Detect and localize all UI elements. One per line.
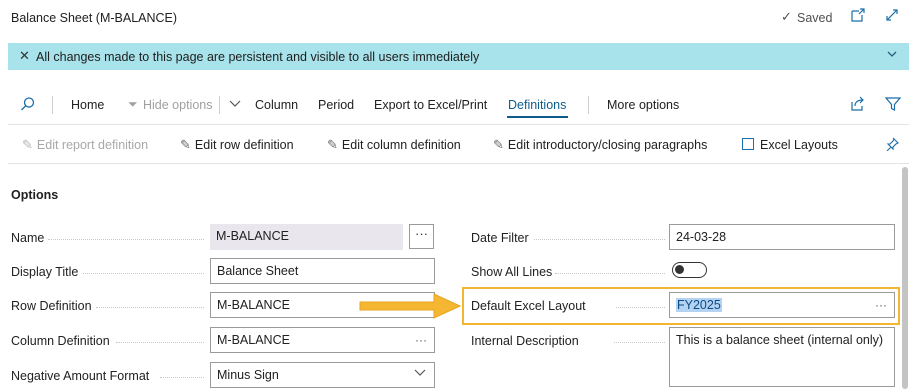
toolbar-divider	[52, 96, 53, 114]
negative-format-label: Negative Amount Format	[11, 369, 150, 383]
search-icon[interactable]	[20, 96, 36, 115]
default-excel-layout-label: Default Excel Layout	[471, 299, 586, 313]
edit-report-definition-label: Edit report definition	[36, 138, 149, 152]
row-definition-label: Row Definition	[11, 299, 92, 313]
options-heading: Options	[11, 188, 59, 202]
label-leader	[83, 273, 204, 274]
edit-report-definition-button: ✎ Edit report definition	[22, 137, 148, 153]
internal-description-label: Internal Description	[471, 334, 579, 348]
checkmark-icon: ✓	[781, 9, 792, 24]
label-leader	[555, 273, 665, 274]
tab-definitions[interactable]: Definitions	[508, 98, 566, 112]
name-label: Name	[11, 231, 45, 245]
saved-status: Saved	[797, 11, 833, 25]
banner-text: All changes made to this page are persis…	[36, 50, 480, 64]
expand-icon[interactable]	[884, 7, 900, 27]
action-more-options[interactable]: More options	[607, 98, 679, 112]
pencil-icon: ✎	[22, 137, 33, 152]
scrollbar[interactable]	[902, 167, 908, 389]
page-title: Balance Sheet (M-BALANCE)	[11, 11, 178, 25]
label-leader	[616, 307, 665, 308]
date-filter-label: Date Filter	[471, 231, 529, 245]
pin-icon[interactable]	[885, 137, 899, 154]
column-definition-field[interactable]: M-BALANCE ···	[210, 327, 435, 353]
label-leader	[160, 377, 204, 378]
label-leader	[534, 239, 665, 240]
close-icon[interactable]: ✕	[19, 48, 30, 64]
info-banner: ✕ All changes made to this page are pers…	[8, 43, 909, 70]
label-leader	[96, 307, 204, 308]
filter-icon: ⏷	[128, 97, 138, 111]
label-leader	[614, 342, 665, 343]
negative-format-select[interactable]: Minus Sign	[210, 362, 435, 388]
toolbar-divider	[219, 96, 220, 114]
open-new-window-icon[interactable]	[850, 7, 866, 27]
display-title-label: Display Title	[11, 265, 79, 279]
toolbar-divider-line	[8, 163, 909, 164]
filter-pane-icon[interactable]	[884, 96, 902, 115]
action-home[interactable]: Home	[71, 98, 104, 112]
pencil-icon: ✎	[180, 137, 191, 152]
default-excel-layout-field[interactable]: FY2025 ···	[669, 292, 895, 318]
excel-icon	[742, 138, 754, 150]
default-excel-layout-value: FY2025	[676, 298, 722, 312]
show-all-lines-toggle[interactable]	[672, 262, 707, 278]
pencil-icon: ✎	[327, 137, 338, 152]
excel-layouts-label: Excel Layouts	[760, 138, 838, 152]
display-title-field[interactable]: Balance Sheet	[210, 258, 435, 284]
action-column[interactable]: Column	[255, 98, 298, 112]
excel-layouts-button[interactable]: Excel Layouts	[742, 137, 838, 152]
chevron-down-icon[interactable]	[887, 48, 897, 62]
label-leader	[116, 342, 204, 343]
pencil-icon: ✎	[493, 137, 504, 152]
internal-description-field[interactable]: This is a balance sheet (internal only)	[669, 327, 895, 387]
edit-row-definition-label: Edit row definition	[194, 138, 294, 152]
label-leader	[48, 239, 204, 240]
edit-column-definition-label: Edit column definition	[341, 138, 461, 152]
share-icon[interactable]	[850, 96, 866, 115]
name-field: M-BALANCE	[210, 224, 403, 250]
date-filter-field[interactable]: 24-03-28	[669, 224, 895, 250]
ellipsis-icon[interactable]: ···	[875, 298, 887, 312]
edit-paragraphs-label: Edit introductory/closing paragraphs	[507, 138, 708, 152]
show-all-lines-label: Show All Lines	[471, 265, 553, 279]
edit-column-definition-button[interactable]: ✎ Edit column definition	[327, 137, 461, 153]
column-definition-label: Column Definition	[11, 334, 110, 348]
edit-row-definition-button[interactable]: ✎ Edit row definition	[180, 137, 294, 153]
edit-paragraphs-button[interactable]: ✎ Edit introductory/closing paragraphs	[493, 137, 707, 153]
ellipsis-icon[interactable]: ···	[415, 333, 427, 347]
action-hide-options: Hide options	[143, 98, 213, 112]
negative-format-value: Minus Sign	[217, 368, 279, 382]
action-export[interactable]: Export to Excel/Print	[374, 98, 487, 112]
toggle-knob	[675, 265, 684, 274]
column-definition-value: M-BALANCE	[217, 333, 290, 347]
chevron-down-icon	[414, 366, 426, 381]
action-period[interactable]: Period	[318, 98, 354, 112]
name-assist-button[interactable]: ···	[409, 224, 434, 249]
chevron-down-icon[interactable]	[229, 97, 241, 112]
callout-arrow	[358, 292, 462, 323]
toolbar-divider	[588, 96, 589, 114]
toolbar-divider-line	[8, 124, 909, 125]
active-tab-indicator	[507, 116, 568, 118]
